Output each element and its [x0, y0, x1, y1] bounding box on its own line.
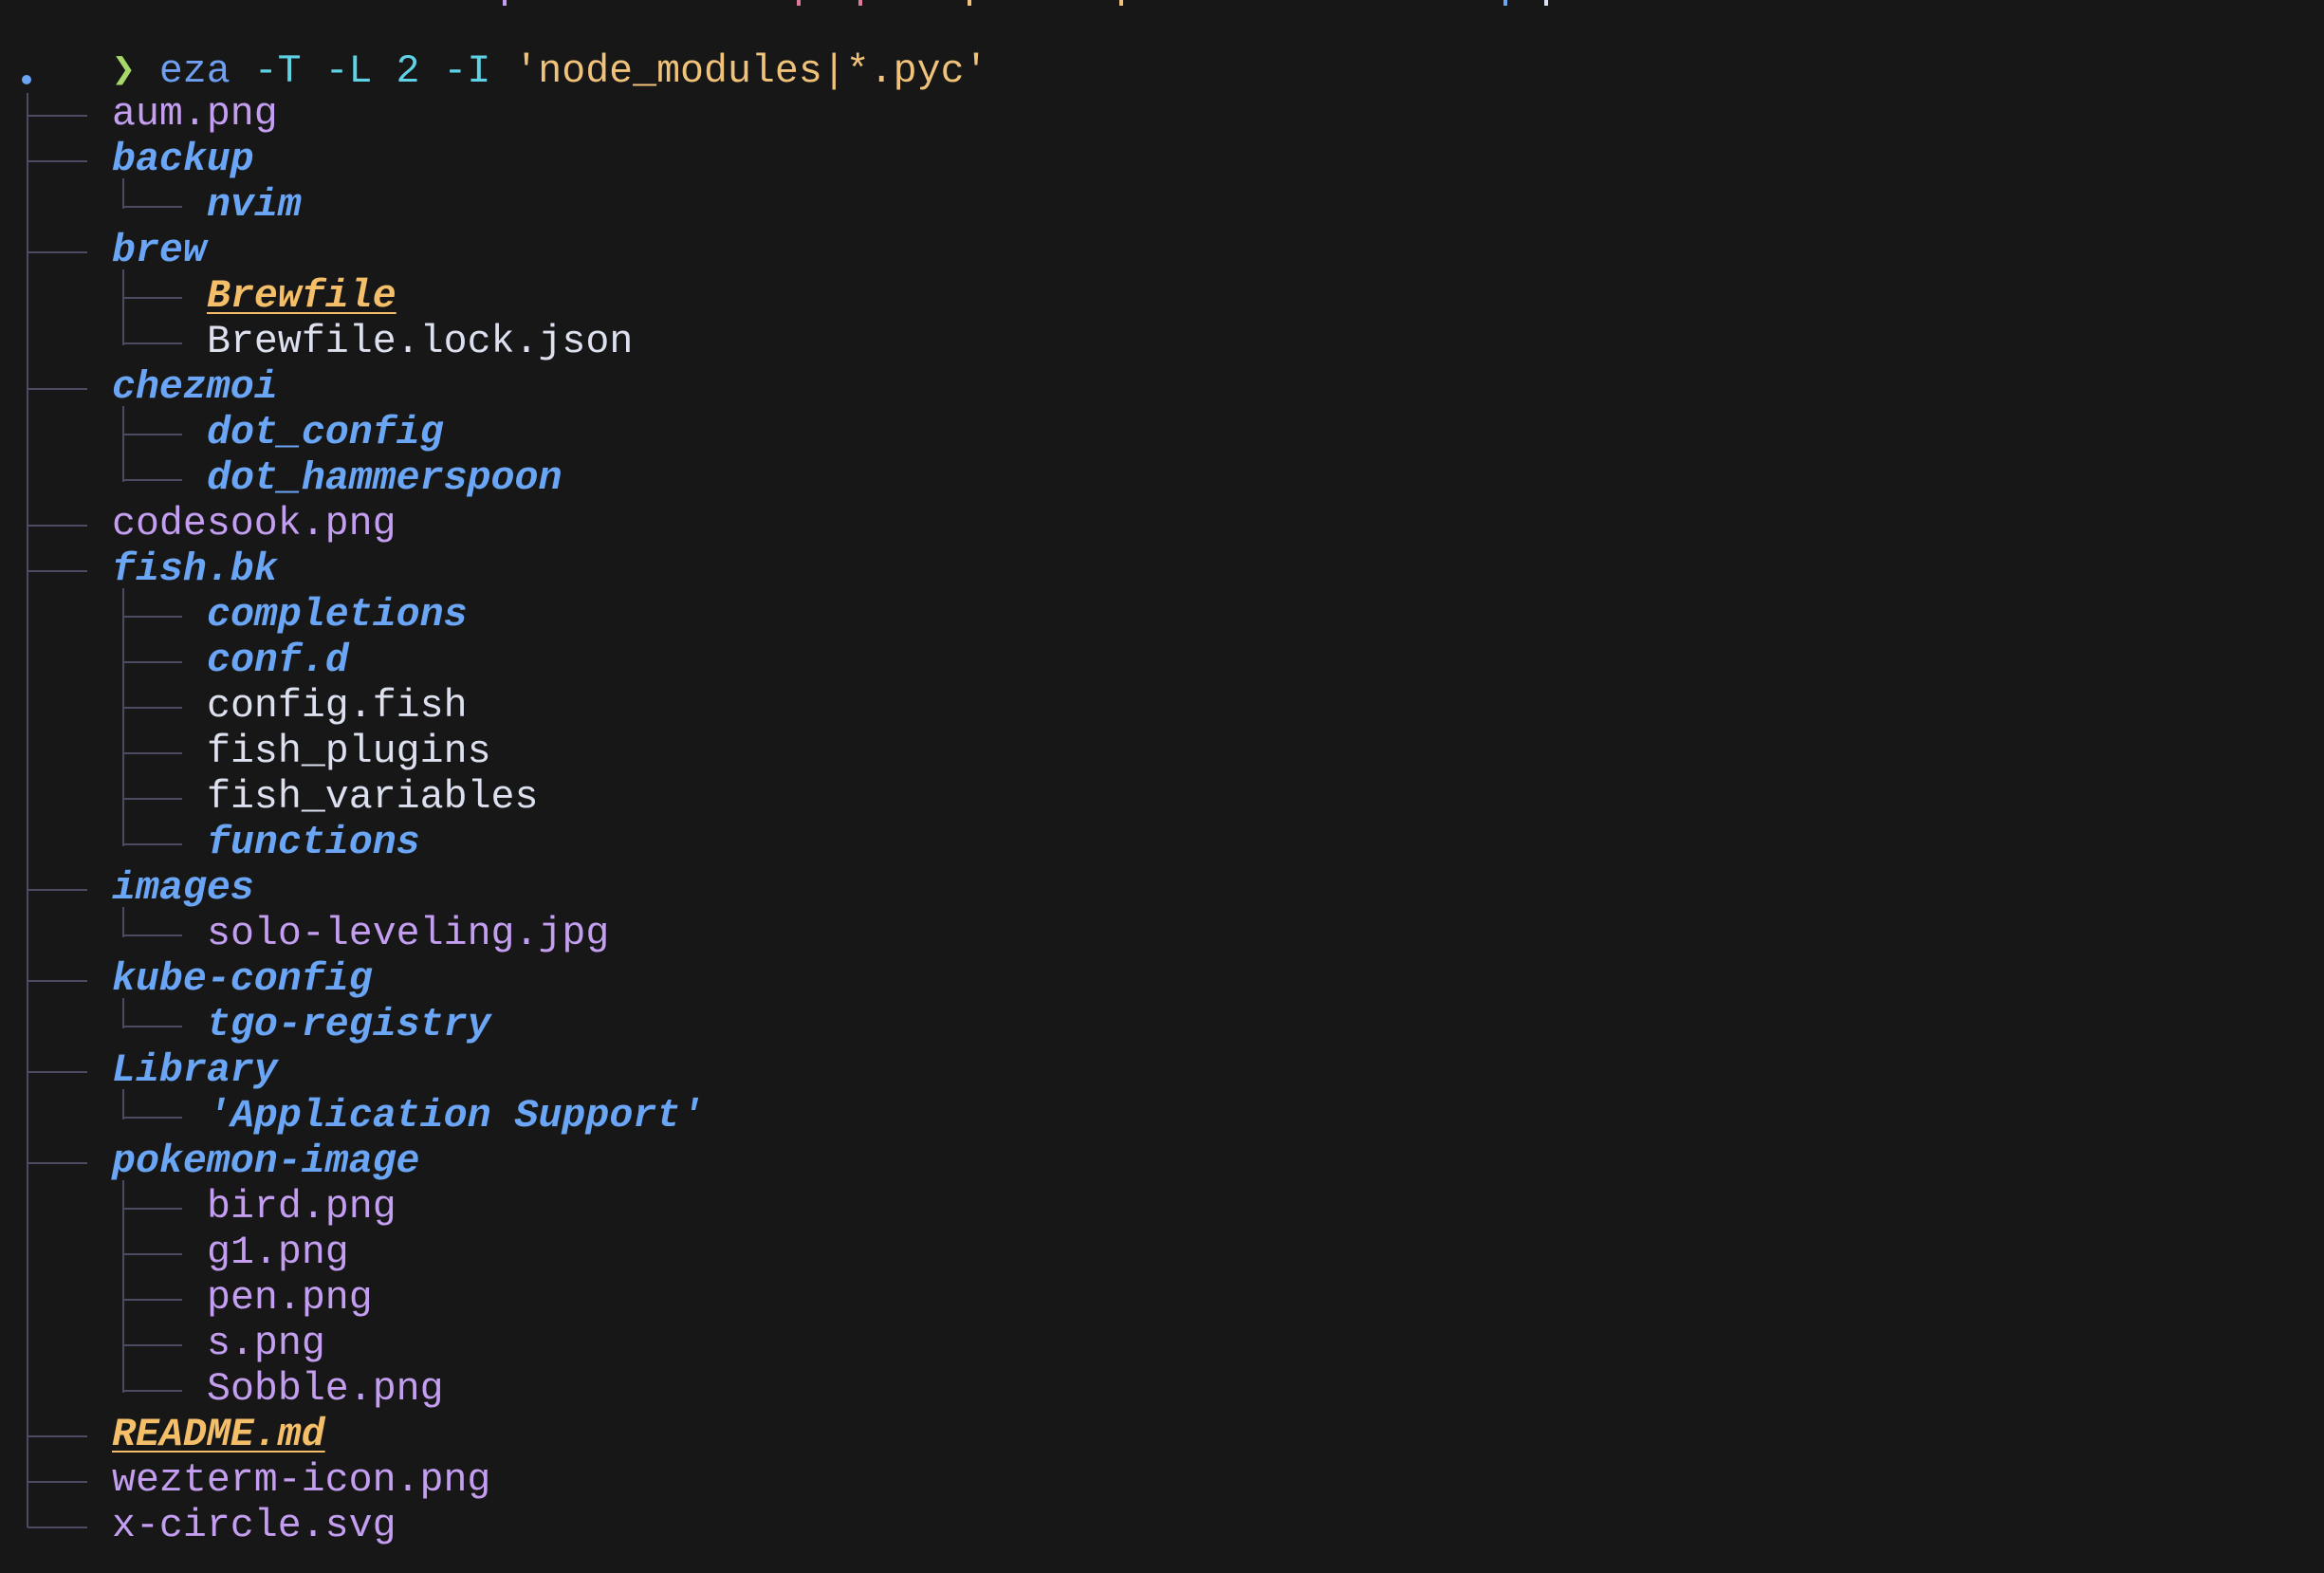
tree-connector-line	[28, 1435, 87, 1437]
tree-connector-line	[122, 1026, 182, 1027]
flag-tree: -T	[253, 49, 302, 94]
tree-entry-directory[interactable]: dot_config	[207, 411, 444, 456]
tree-entry-file[interactable]: fish_variables	[207, 775, 538, 821]
tree-connector-line	[122, 843, 182, 845]
tree-branch-line	[122, 406, 124, 482]
tree-connector-line	[122, 1253, 182, 1255]
tree-entry-directory[interactable]: chezmoi	[112, 365, 278, 411]
tree-entry-directory[interactable]: images	[112, 866, 254, 912]
tree-connector-line	[122, 1344, 182, 1346]
tree-connector-line	[122, 434, 182, 435]
tree-entry-file[interactable]: solo-leveling.jpg	[207, 912, 609, 957]
clipped-glyph	[1503, 0, 1507, 6]
tree-branch-line	[122, 269, 124, 345]
tree-connector-line	[122, 1390, 182, 1392]
tree-trunk-line	[27, 93, 28, 1527]
tree-connector-line	[122, 707, 182, 709]
tree-entry-file[interactable]: Brewfile	[207, 274, 397, 320]
tree-entry-file[interactable]: pen.png	[207, 1276, 373, 1322]
tree-entry-file[interactable]: fish_plugins	[207, 730, 491, 775]
tree-entry-file[interactable]: config.fish	[207, 684, 468, 730]
tree-entry-file[interactable]: s.png	[207, 1322, 325, 1367]
tree-entry-file[interactable]: x-circle.svg	[112, 1504, 397, 1549]
tree-entry-directory[interactable]: fish.bk	[112, 547, 278, 593]
tree-connector-line	[28, 251, 87, 253]
clipped-glyph	[1119, 0, 1123, 6]
tree-connector-line	[28, 1162, 87, 1164]
tree-entry-directory[interactable]: backup	[112, 138, 254, 183]
terminal-window[interactable]: ❯ eza -T -L 2 -I 'node_modules|*.pyc' aum…	[0, 0, 2324, 1573]
tree-connector-line	[122, 479, 182, 481]
tree-entry-file[interactable]: Sobble.png	[207, 1367, 444, 1413]
tree-entry-file[interactable]: README.md	[112, 1413, 325, 1458]
prompt-chevron-icon: ❯	[111, 49, 136, 94]
flag-level-value: 2	[396, 49, 420, 94]
command-name: eza	[158, 49, 231, 94]
tree-branch-line	[122, 588, 124, 846]
tree-entry-directory[interactable]: 'Application Support'	[207, 1094, 704, 1139]
tree-entry-directory[interactable]: completions	[207, 593, 468, 638]
tree-connector-line	[122, 752, 182, 754]
tree-branch-line	[122, 1180, 124, 1393]
tree-connector-line	[122, 1299, 182, 1301]
ignore-pattern: 'node_modules|*.pyc'	[514, 49, 988, 94]
tree-connector-line	[28, 1071, 87, 1073]
tree-entry-file[interactable]: Brewfile.lock.json	[207, 320, 633, 365]
flag-ignore: -I	[443, 49, 491, 94]
tree-connector-line	[122, 297, 182, 299]
tree-connector-line	[28, 1527, 87, 1528]
tree-connector-line	[28, 160, 87, 162]
tree-connector-line	[28, 115, 87, 117]
tree-entry-file[interactable]: wezterm-icon.png	[112, 1458, 490, 1504]
tree-entry-directory[interactable]: Library	[112, 1048, 278, 1094]
tree-connector-line	[122, 661, 182, 663]
tree-connector-line	[122, 616, 182, 618]
tree-connector-line	[28, 388, 87, 390]
tree-connector-line	[122, 798, 182, 800]
tree-connector-line	[122, 342, 182, 344]
tree-entry-file[interactable]: codesook.png	[112, 502, 397, 547]
tree-connector-line	[28, 570, 87, 572]
prompt-line: ❯ eza -T -L 2 -I 'node_modules|*.pyc'	[17, 4, 988, 94]
tree-entry-directory[interactable]: nvim	[207, 183, 302, 229]
tree-connector-line	[28, 980, 87, 982]
tree-entry-directory[interactable]: conf.d	[207, 638, 349, 684]
tree-entry-file[interactable]: aum.png	[112, 92, 278, 138]
tree-entry-directory[interactable]: kube-config	[112, 957, 373, 1003]
tree-connector-line	[28, 1481, 87, 1483]
tree-connector-line	[28, 889, 87, 891]
tree-connector-line	[28, 525, 87, 527]
tree-connector-line	[122, 935, 182, 936]
tree-entry-file[interactable]: g1.png	[207, 1231, 349, 1276]
tree-entry-directory[interactable]: pokemon-image	[112, 1139, 419, 1185]
tree-entry-directory[interactable]: tgo-registry	[207, 1003, 491, 1048]
tree-connector-line	[122, 206, 182, 208]
tree-entry-directory[interactable]: dot_hammerspoon	[207, 456, 562, 502]
tree-entry-directory[interactable]: functions	[207, 821, 420, 866]
tree-entry-directory[interactable]: brew	[112, 229, 207, 274]
tree-root-dot-icon	[22, 75, 31, 84]
clipped-glyph	[1544, 0, 1548, 6]
tree-entry-file[interactable]: bird.png	[207, 1185, 397, 1231]
tree-connector-line	[122, 1117, 182, 1119]
flag-level: -L	[324, 49, 373, 94]
tree-connector-line	[122, 1208, 182, 1210]
